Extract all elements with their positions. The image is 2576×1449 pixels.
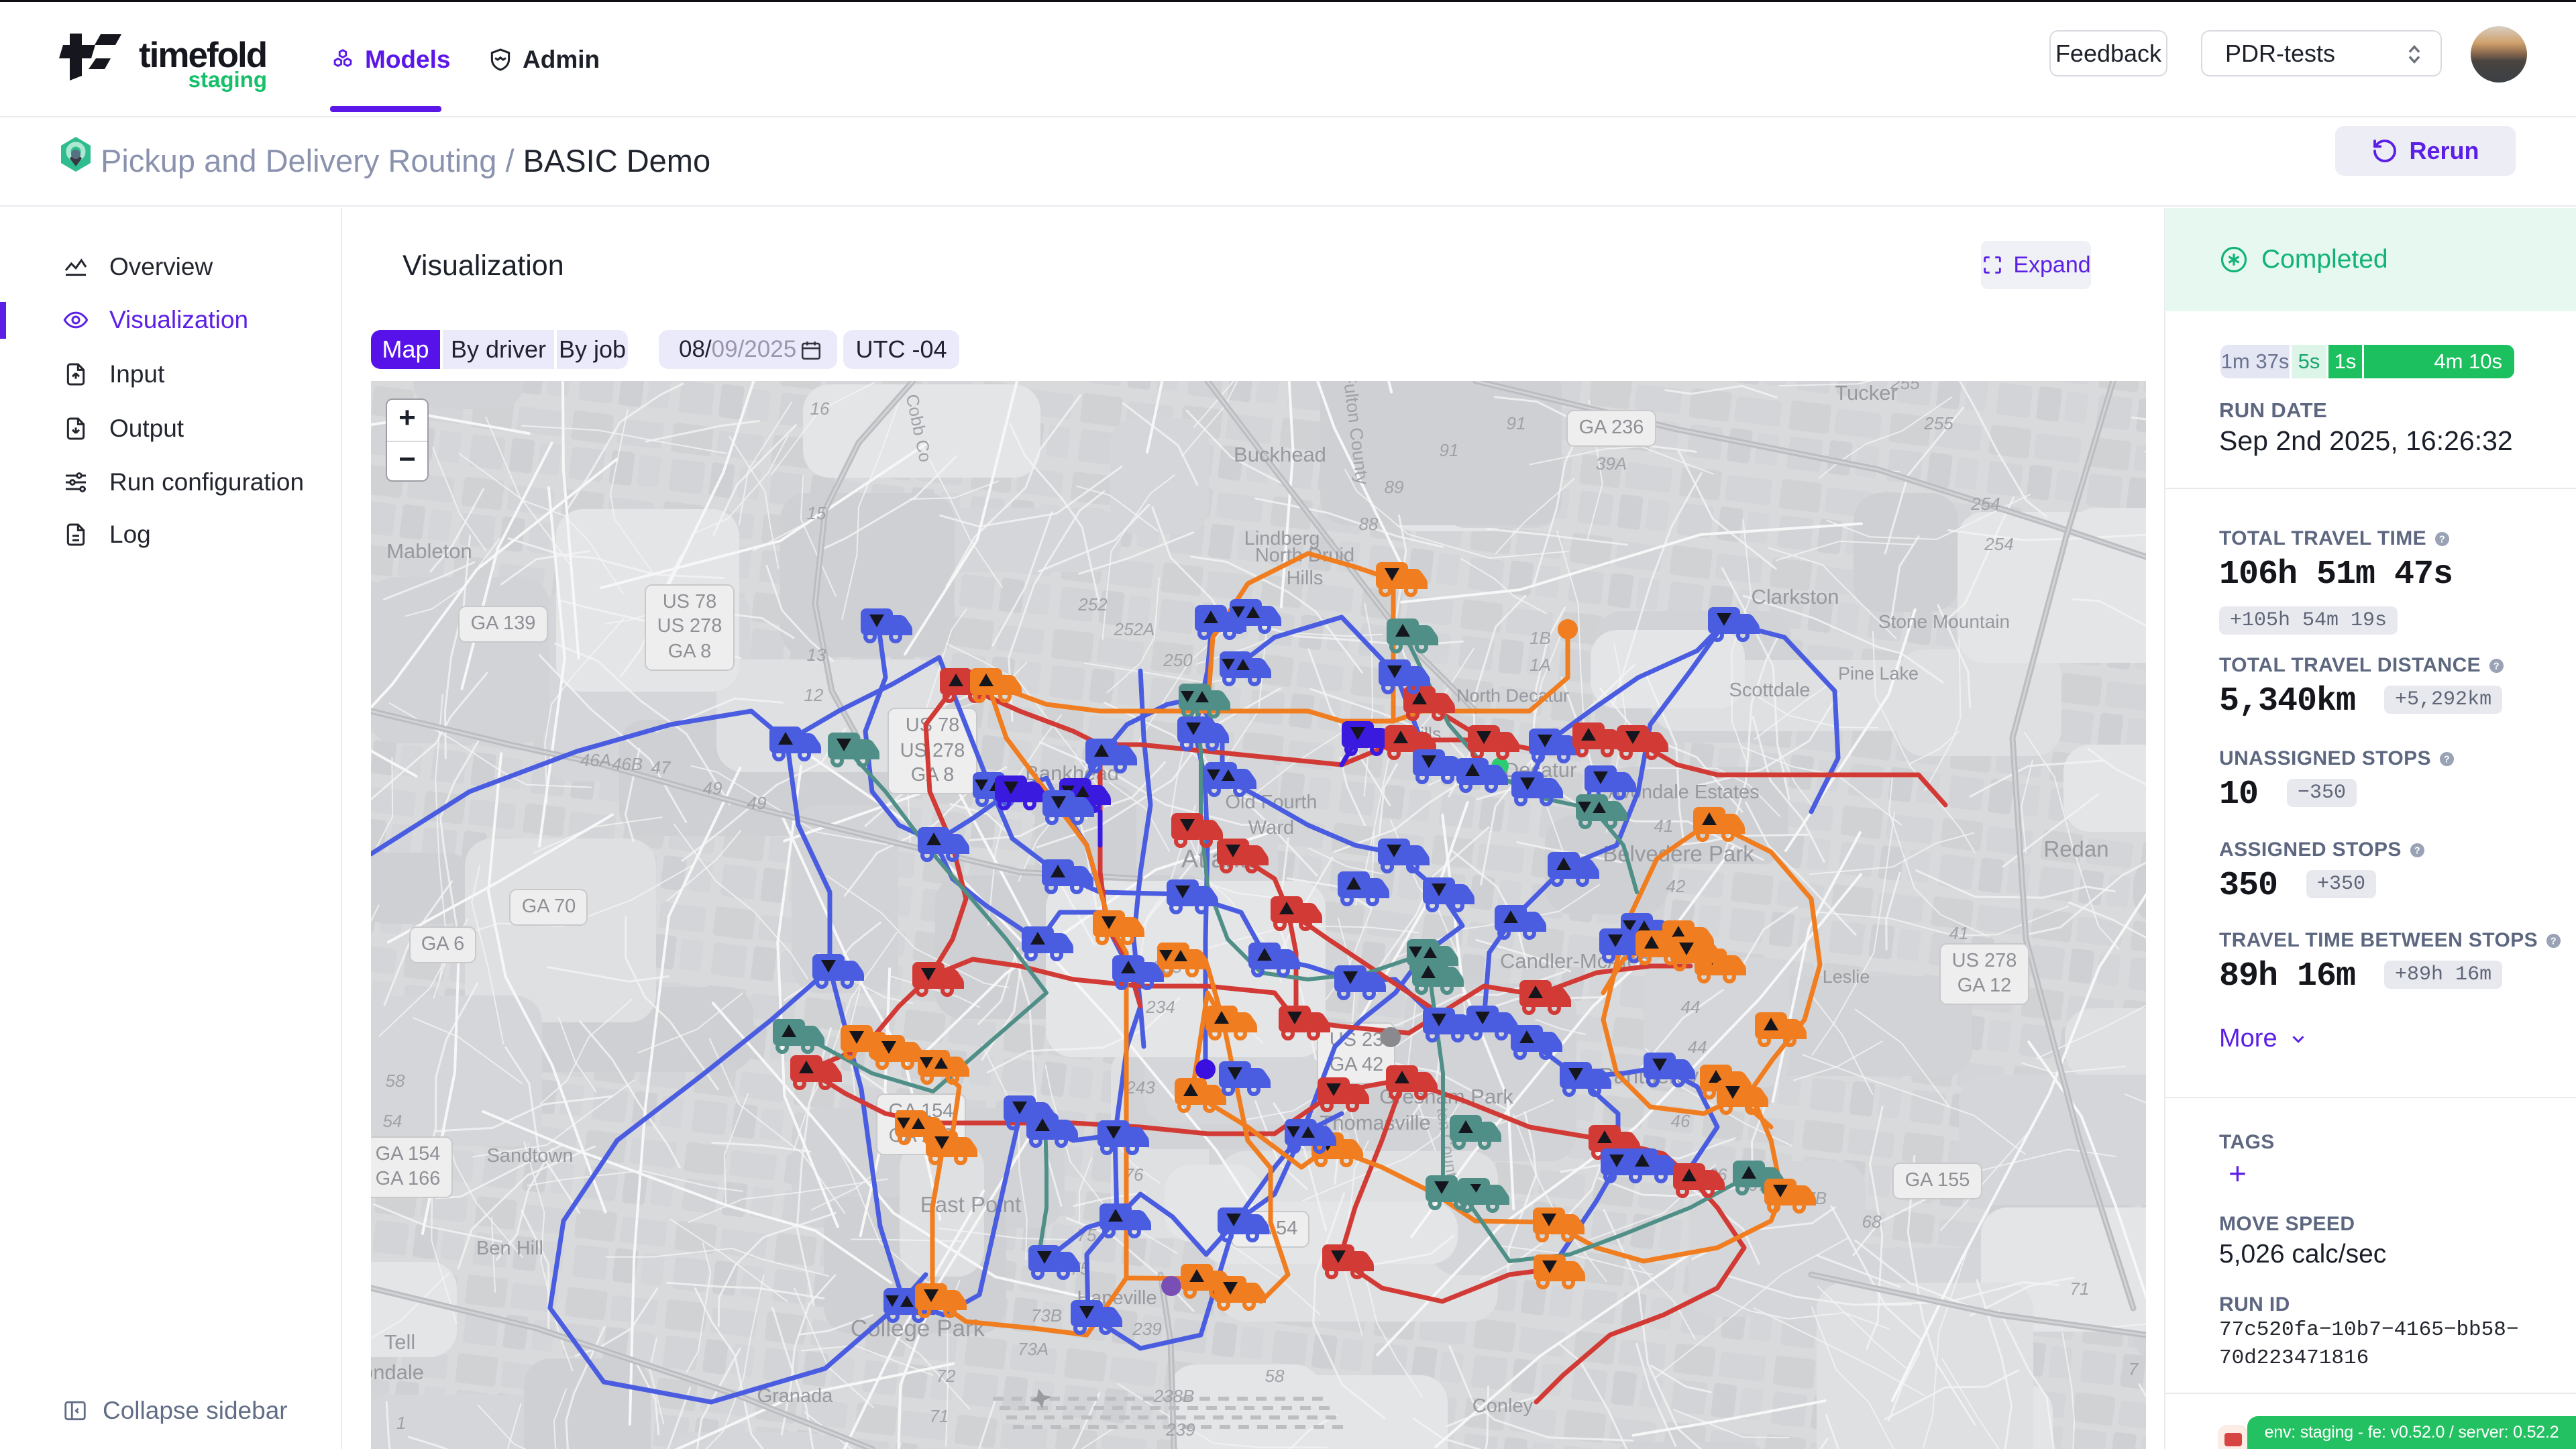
svg-text:243: 243 [1125, 1077, 1155, 1097]
svg-text:73B: 73B [1031, 1305, 1062, 1326]
svg-text:44: 44 [1681, 997, 1701, 1017]
svg-text:46B: 46B [612, 754, 643, 774]
svg-text:255: 255 [1890, 381, 1920, 393]
svg-text:68: 68 [1862, 1212, 1882, 1232]
svg-text:252: 252 [1077, 594, 1108, 614]
svg-text:Ward: Ward [1248, 817, 1294, 839]
svg-text:Tell: Tell [384, 1330, 416, 1354]
svg-text:58: 58 [386, 1071, 405, 1091]
svg-text:16: 16 [810, 398, 830, 419]
svg-text:?: ? [2414, 845, 2420, 856]
svg-text:91: 91 [1507, 413, 1526, 433]
svg-text:Tucker: Tucker [1835, 381, 1898, 405]
svg-text:72: 72 [936, 1366, 956, 1386]
svg-text:88: 88 [1359, 514, 1379, 534]
svg-text:GA 42: GA 42 [1330, 1054, 1384, 1075]
svg-text:Hills: Hills [1287, 568, 1324, 589]
svg-text:GA 155: GA 155 [1905, 1169, 1970, 1191]
svg-text:39A: 39A [1596, 453, 1627, 474]
svg-text:234: 234 [1145, 997, 1175, 1017]
svg-text:238B: 238B [1153, 1386, 1195, 1406]
svg-text:7: 7 [2129, 1359, 2139, 1379]
svg-text:Leslie: Leslie [1823, 967, 1870, 987]
svg-text:44: 44 [1688, 1037, 1707, 1057]
svg-text:Lindberg: Lindberg [1244, 528, 1320, 549]
svg-text:47: 47 [651, 757, 672, 777]
svg-text:Pine Lake: Pine Lake [1838, 663, 1919, 684]
svg-text:49: 49 [703, 778, 722, 798]
svg-text:73A: 73A [1018, 1339, 1049, 1359]
svg-text:GA 139: GA 139 [471, 612, 536, 634]
svg-text:15: 15 [807, 503, 826, 523]
svg-text:254: 254 [1984, 534, 2013, 554]
svg-text:41: 41 [1654, 816, 1674, 836]
svg-text:Stone Mountain: Stone Mountain [1878, 611, 2010, 632]
svg-text:Clarkston: Clarkston [1752, 585, 1839, 608]
svg-text:255: 255 [1923, 413, 1953, 433]
svg-text:252A: 252A [1114, 619, 1155, 639]
svg-text:91: 91 [1440, 440, 1459, 460]
svg-text:71: 71 [2070, 1279, 2090, 1299]
svg-text:Mableton: Mableton [386, 539, 472, 563]
svg-text:GA 8: GA 8 [668, 641, 712, 662]
svg-text:Granada: Granada [757, 1385, 834, 1407]
svg-text:GA 8: GA 8 [911, 764, 955, 786]
svg-text:liftondale: liftondale [371, 1360, 424, 1384]
svg-text:46: 46 [1671, 1111, 1690, 1131]
svg-text:1B: 1B [1529, 628, 1551, 648]
svg-text:254: 254 [1970, 494, 2000, 514]
svg-text:239: 239 [1165, 1419, 1195, 1440]
svg-text:49: 49 [747, 793, 767, 813]
svg-text:239: 239 [1132, 1319, 1161, 1339]
svg-text:250: 250 [1163, 650, 1193, 670]
svg-text:1: 1 [396, 1413, 406, 1433]
svg-text:US 78: US 78 [663, 591, 717, 612]
svg-text:Scottdale: Scottdale [1729, 680, 1811, 701]
svg-text:42: 42 [1666, 876, 1686, 896]
svg-text:89: 89 [1385, 477, 1404, 497]
svg-text:Buckhead: Buckhead [1234, 443, 1326, 466]
svg-text:?: ? [2551, 936, 2557, 947]
svg-text:GA 154: GA 154 [376, 1143, 441, 1165]
svg-text:71: 71 [930, 1406, 949, 1426]
svg-text:GA 6: GA 6 [421, 933, 465, 955]
svg-text:Ben Hill: Ben Hill [476, 1238, 543, 1259]
svg-text:12: 12 [804, 685, 824, 705]
svg-text:US 278: US 278 [1952, 950, 2017, 971]
svg-text:Conley: Conley [1472, 1395, 1534, 1417]
svg-text:46A: 46A [580, 750, 611, 770]
svg-text:?: ? [2493, 661, 2500, 672]
svg-text:1A: 1A [1529, 655, 1551, 675]
svg-text:Redan: Redan [2043, 837, 2108, 861]
svg-text:GA 12: GA 12 [1957, 975, 2012, 996]
svg-text:US 23: US 23 [1330, 1029, 1384, 1051]
svg-text:Sandtown: Sandtown [487, 1145, 574, 1167]
svg-text:?: ? [2439, 534, 2445, 545]
svg-text:13: 13 [807, 645, 826, 665]
svg-text:41: 41 [1949, 923, 1969, 943]
svg-text:US 278: US 278 [900, 740, 965, 761]
svg-text:GA 166: GA 166 [376, 1168, 441, 1189]
svg-text:GA 236: GA 236 [1579, 417, 1644, 438]
svg-text:US 278: US 278 [657, 615, 722, 637]
svg-text:58: 58 [1265, 1366, 1285, 1386]
svg-text:?: ? [2444, 754, 2450, 765]
svg-text:54: 54 [383, 1111, 402, 1131]
svg-text:GA 70: GA 70 [522, 896, 576, 917]
